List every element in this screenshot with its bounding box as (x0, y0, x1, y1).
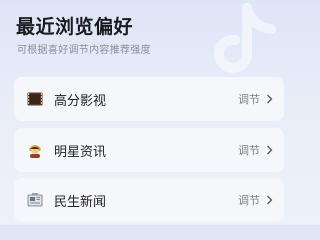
page-title: 最近浏览偏好 (16, 16, 134, 38)
film-strip-icon (26, 90, 44, 108)
star-person-icon (26, 141, 44, 159)
preference-item-celebrity[interactable]: 明星资讯 调节 (14, 128, 284, 172)
chevron-right-icon (264, 94, 274, 104)
douyin-watermark-icon (214, 3, 276, 73)
preference-item-film[interactable]: 高分影视 调节 (14, 77, 284, 121)
chevron-right-icon (264, 195, 274, 205)
preference-item-news[interactable]: 民生新闻 调节 (14, 178, 284, 222)
chevron-right-icon (264, 145, 274, 155)
adjust-link[interactable]: 调节 (238, 192, 260, 208)
preference-label: 高分影视 (54, 93, 107, 109)
preference-label: 民生新闻 (54, 194, 107, 210)
adjust-link[interactable]: 调节 (238, 142, 260, 158)
preference-label: 明星资讯 (54, 144, 107, 160)
newspaper-icon (26, 191, 44, 209)
adjust-link[interactable]: 调节 (238, 91, 260, 107)
page-subtitle: 可根据喜好调节内容推荐强度 (17, 45, 151, 56)
